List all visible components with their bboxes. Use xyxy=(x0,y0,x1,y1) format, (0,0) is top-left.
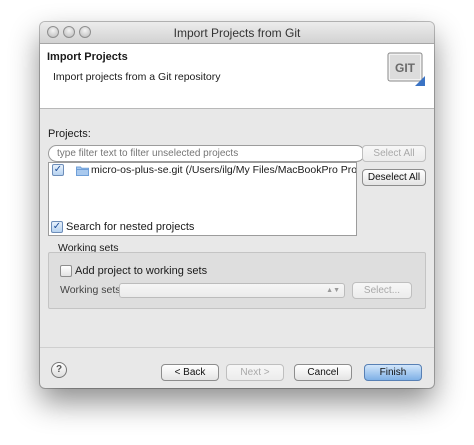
git-logo-icon: GIT xyxy=(387,50,427,90)
cancel-button[interactable]: Cancel xyxy=(294,364,352,381)
help-icon[interactable]: ? xyxy=(51,362,67,378)
project-filter-input[interactable] xyxy=(48,145,365,162)
next-button[interactable]: Next > xyxy=(226,364,284,381)
git-logo-text: GIT xyxy=(395,61,416,75)
wizard-page-title: Import Projects xyxy=(47,51,128,63)
wizard-page-description: Import projects from a Git repository xyxy=(53,71,221,83)
footer-divider xyxy=(40,347,434,348)
project-label: micro-os-plus-se.git (/Users/ilg/My File… xyxy=(91,164,357,176)
select-arrows-icon: ▲▼ xyxy=(326,287,340,294)
search-nested-label: Search for nested projects xyxy=(66,221,195,233)
import-dialog-window: Import Projects from Git Import Projects… xyxy=(40,22,434,388)
titlebar: Import Projects from Git xyxy=(40,22,434,44)
search-nested-checkbox[interactable]: ✓ xyxy=(51,221,63,233)
back-button[interactable]: < Back xyxy=(161,364,219,381)
finish-button[interactable]: Finish xyxy=(364,364,422,381)
wizard-header: Import Projects Import projects from a G… xyxy=(40,44,434,109)
list-item[interactable]: ✓ micro-os-plus-se.git (/Users/ilg/My Fi… xyxy=(49,164,356,178)
project-folder-icon xyxy=(76,165,89,179)
project-checkbox[interactable]: ✓ xyxy=(52,164,64,176)
select-all-button[interactable]: Select All xyxy=(362,145,426,162)
add-to-working-sets-checkbox[interactable] xyxy=(60,265,72,277)
add-to-working-sets-label: Add project to working sets xyxy=(75,265,208,277)
working-sets-group xyxy=(48,252,426,309)
select-working-sets-button[interactable]: Select... xyxy=(352,282,412,299)
projects-label: Projects: xyxy=(48,128,91,140)
working-sets-select[interactable]: ▲▼ xyxy=(119,283,345,298)
window-title: Import Projects from Git xyxy=(173,26,301,40)
working-sets-field-label: Working sets: xyxy=(60,284,124,296)
deselect-all-button[interactable]: Deselect All xyxy=(362,169,426,186)
